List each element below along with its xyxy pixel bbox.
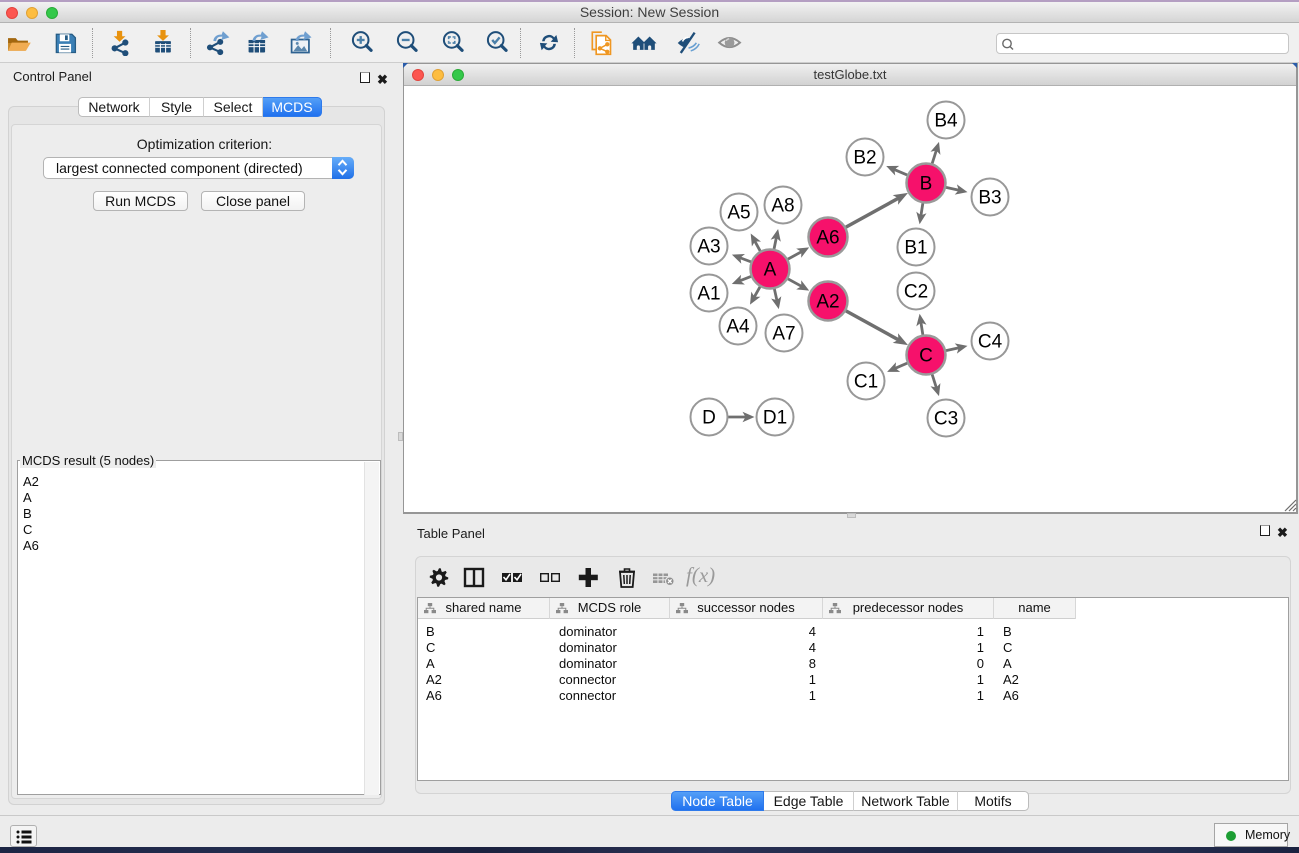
svg-text:D: D — [702, 408, 716, 429]
svg-text:B3: B3 — [978, 188, 1001, 209]
svg-text:C: C — [919, 346, 933, 367]
svg-text:C2: C2 — [904, 282, 928, 303]
svg-text:A8: A8 — [771, 196, 794, 217]
svg-text:A1: A1 — [697, 284, 720, 305]
svg-text:A: A — [764, 260, 777, 281]
svg-text:B2: B2 — [853, 148, 876, 169]
svg-text:A5: A5 — [727, 203, 750, 224]
svg-text:B4: B4 — [934, 111, 958, 132]
svg-text:A4: A4 — [726, 317, 750, 338]
svg-text:C4: C4 — [978, 332, 1003, 353]
svg-text:C1: C1 — [854, 372, 878, 393]
svg-text:A3: A3 — [697, 237, 720, 258]
svg-text:B: B — [920, 174, 933, 195]
svg-text:A7: A7 — [772, 324, 795, 345]
svg-text:C3: C3 — [934, 409, 958, 430]
svg-text:D1: D1 — [763, 408, 787, 429]
svg-text:B1: B1 — [904, 238, 927, 259]
svg-text:A2: A2 — [816, 292, 839, 313]
svg-text:A6: A6 — [816, 228, 839, 249]
